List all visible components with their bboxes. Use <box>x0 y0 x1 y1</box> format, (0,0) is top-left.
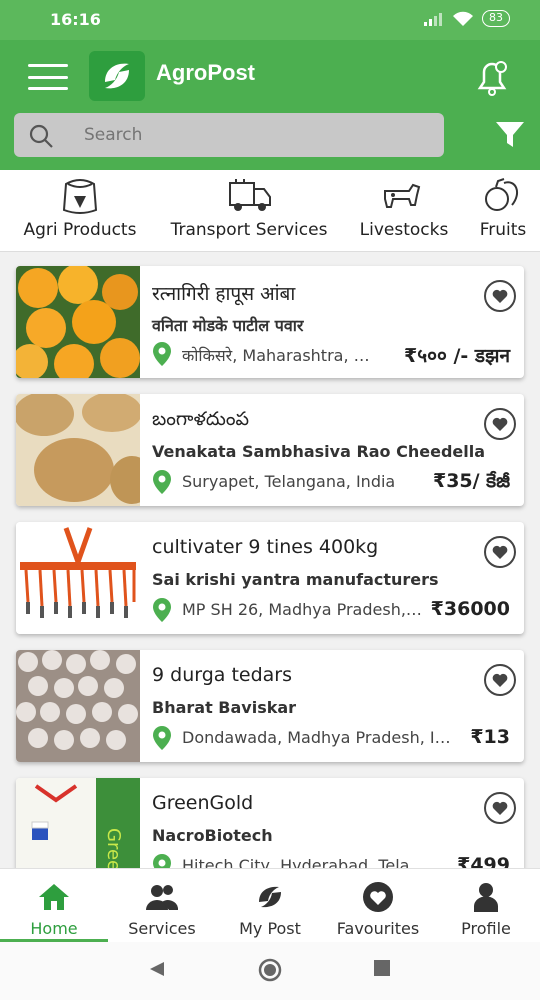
status-bar: 16:16 83 <box>0 0 540 40</box>
heart-icon <box>492 801 508 815</box>
listing-title: బంగాళదుంప <box>152 408 249 430</box>
listing-title: 9 durga tedars <box>152 664 293 686</box>
product-image-mangoes <box>16 266 140 378</box>
listing-title: रत्नागिरी हापूस आंबा <box>152 283 296 305</box>
person-icon <box>474 883 498 912</box>
location-pin-icon <box>153 598 171 622</box>
favourite-button[interactable] <box>484 664 516 696</box>
product-image-onions <box>16 650 140 762</box>
app-logo <box>89 51 145 101</box>
nav-profile[interactable]: Profile <box>432 881 540 938</box>
truck-icon <box>229 179 271 211</box>
heart-icon <box>492 545 508 559</box>
search-bar[interactable] <box>14 113 444 157</box>
nav-label: Profile <box>461 919 511 938</box>
menu-button[interactable] <box>28 64 68 90</box>
fruit-icon <box>485 178 519 211</box>
status-time: 16:16 <box>50 10 101 29</box>
listing-location: Dondawada, Madhya Pradesh, India <box>182 728 454 747</box>
cattle-icon <box>384 183 421 208</box>
listing-seller: Bharat Baviskar <box>152 698 297 717</box>
search-input[interactable] <box>84 121 424 149</box>
product-image-cultivator <box>16 522 140 634</box>
location-pin-icon <box>153 854 171 868</box>
listing-seller: NacroBiotech <box>152 826 273 845</box>
listing-price: ₹35/ కేజీ <box>432 470 510 492</box>
favourite-button[interactable] <box>484 408 516 440</box>
recents-icon[interactable] <box>374 960 390 976</box>
nav-favourites[interactable]: Favourites <box>324 881 432 938</box>
nav-my-post[interactable]: My Post <box>216 881 324 938</box>
heart-icon <box>492 289 508 303</box>
listing-title: cultivater 9 tines 400kg <box>152 536 379 558</box>
listing-card[interactable]: బంగాళదుంప Venakata Sambhasiva Rao Cheede… <box>16 394 524 506</box>
listing-location: कोकिसरे, Maharashtra, India <box>182 346 374 365</box>
product-image-fertilizer-bag: Green <box>16 778 140 868</box>
heart-icon <box>363 882 393 912</box>
listing-feed[interactable]: रत्नागिरी हापूस आंबा वनिता मोडके पाटील प… <box>0 252 540 868</box>
signal-icon <box>424 12 442 26</box>
category-label: Transport Services <box>170 220 328 240</box>
listing-card[interactable]: Green GreenGold NacroBiotech Hitech City… <box>16 778 524 868</box>
category-agri-products[interactable]: Agri Products <box>20 174 140 240</box>
sack-icon <box>62 179 98 214</box>
category-livestocks[interactable]: Livestocks <box>356 174 452 240</box>
listing-seller: वनिता मोडके पाटील पवार <box>152 316 304 335</box>
category-bar: Agri Products Transport Services Livesto… <box>0 170 540 252</box>
nav-home[interactable]: Home <box>0 881 108 938</box>
app-title: AgroPost <box>156 60 255 85</box>
listing-location: Suryapet, Telangana, India <box>182 472 396 491</box>
location-pin-icon <box>153 726 171 750</box>
filter-icon[interactable] <box>494 120 526 150</box>
listing-price: ₹499 <box>457 854 510 868</box>
mypost-icon <box>259 886 281 908</box>
home-circle-icon[interactable] <box>258 958 282 982</box>
listing-price: ₹36000 <box>430 598 510 620</box>
nav-label: Home <box>30 919 78 938</box>
heart-icon <box>492 673 508 687</box>
favourite-button[interactable] <box>484 280 516 312</box>
wifi-icon <box>453 11 473 26</box>
location-pin-icon <box>153 342 171 366</box>
notification-bell-icon[interactable] <box>472 58 512 96</box>
nav-services[interactable]: Services <box>108 881 216 938</box>
bottom-navigation: Home Services My Post Favourites Profile <box>0 868 540 943</box>
product-image-potatoes <box>16 394 140 506</box>
favourite-button[interactable] <box>484 536 516 568</box>
category-label: Livestocks <box>359 220 449 240</box>
listing-price: ₹५०० /- डझन <box>404 345 510 367</box>
listing-seller: Sai krishi yantra manufacturers <box>152 570 439 589</box>
battery-indicator: 83 <box>482 10 510 27</box>
category-fruits[interactable]: Fruits <box>474 174 532 240</box>
nav-label: Favourites <box>336 919 420 938</box>
nav-label: My Post <box>239 919 301 938</box>
system-navigation-bar <box>0 942 540 1000</box>
people-icon <box>146 885 178 910</box>
home-icon <box>39 884 69 910</box>
category-transport-services[interactable]: Transport Services <box>166 174 332 240</box>
listing-price: ₹13 <box>470 726 510 748</box>
listing-location: MP SH 26, Madhya Pradesh, India <box>182 600 426 619</box>
favourite-button[interactable] <box>484 792 516 824</box>
listing-seller: Venakata Sambhasiva Rao Cheedella <box>152 442 486 461</box>
listing-location: Hitech City, Hyderabad, Telangana <box>182 856 434 868</box>
category-label: Fruits <box>479 220 527 240</box>
heart-icon <box>492 417 508 431</box>
search-icon <box>29 124 53 148</box>
location-pin-icon <box>153 470 171 494</box>
category-label: Agri Products <box>23 220 137 240</box>
leaf-logo-icon <box>105 63 129 89</box>
svg-text:Green: Green <box>103 828 124 868</box>
app-bar: AgroPost <box>0 40 540 170</box>
listing-card[interactable]: रत्नागिरी हापूस आंबा वनिता मोडके पाटील प… <box>16 266 524 378</box>
nav-label: Services <box>128 919 196 938</box>
listing-card[interactable]: cultivater 9 tines 400kg Sai krishi yant… <box>16 522 524 634</box>
back-icon[interactable] <box>148 960 166 978</box>
listing-title: GreenGold <box>152 792 254 814</box>
listing-card[interactable]: 9 durga tedars Bharat Baviskar Dondawada… <box>16 650 524 762</box>
